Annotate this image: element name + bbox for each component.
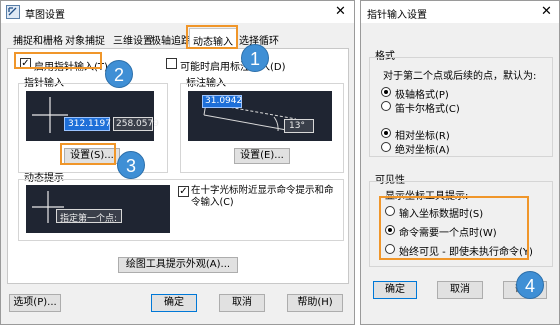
tab-snap-grid[interactable]: 捕捉和栅格 bbox=[13, 32, 63, 47]
dialog-title: 草图设置 bbox=[25, 10, 65, 21]
pointer-y-field: 258.0579 bbox=[113, 117, 159, 131]
prompt-tooltip-text: 指定第一个点: bbox=[60, 214, 118, 224]
callout-badge-1: 1 bbox=[241, 44, 269, 72]
enable-dim-input-label: 可能时启用标注输入(D) bbox=[180, 62, 286, 73]
ok-button[interactable]: 确定 bbox=[151, 294, 197, 312]
dim-angle-field: 13° bbox=[284, 119, 314, 133]
options-button[interactable]: 选项(P)... bbox=[9, 294, 61, 312]
dim-angle-value: 13° bbox=[289, 121, 305, 131]
ok-button[interactable]: 确定 bbox=[373, 281, 417, 299]
cancel-button[interactable]: 取消 bbox=[219, 294, 265, 312]
prompt-tooltip: 指定第一个点: bbox=[56, 209, 122, 224]
relative-coords-radio[interactable] bbox=[381, 128, 391, 138]
tooltip-appearance-button[interactable]: 绘图工具提示外观(A)... bbox=[118, 257, 238, 273]
tab-object-snap[interactable]: 对象捕捉 bbox=[65, 32, 105, 47]
polar-format-label: 极轴格式(P) bbox=[395, 90, 449, 101]
relative-coords-label: 相对坐标(R) bbox=[395, 131, 450, 142]
drafting-settings-dialog: 草图设置 ✕ 捕捉和栅格 对象捕捉 三维设置 极轴追踪 动态输入 选择循环 ✓ … bbox=[0, 0, 355, 325]
format-description: 对于第二个点或后续的点，默认为: bbox=[383, 71, 537, 82]
callout-badge-3: 3 bbox=[117, 151, 145, 179]
close-icon[interactable]: ✕ bbox=[541, 5, 552, 18]
tab-3d-settings[interactable]: 三维设置 bbox=[113, 32, 153, 47]
close-icon[interactable]: ✕ bbox=[335, 5, 346, 18]
polar-format-radio[interactable] bbox=[381, 87, 391, 97]
pointer-x-field: 312.1197 bbox=[64, 117, 111, 131]
dynamic-prompt-preview: 指定第一个点: bbox=[26, 185, 170, 233]
dim-input-preview: 31.0942 13° bbox=[188, 91, 332, 141]
callout-badge-4: 4 bbox=[516, 271, 544, 299]
visibility-options-highlight bbox=[379, 196, 529, 260]
absolute-coords-radio[interactable] bbox=[381, 142, 391, 152]
title-bar: 指针输入设置 ✕ bbox=[361, 1, 559, 23]
cartesian-format-radio[interactable] bbox=[381, 101, 391, 111]
tab-polar-tracking[interactable]: 极轴追踪 bbox=[151, 32, 191, 47]
help-button[interactable]: 帮助(H) bbox=[287, 294, 343, 312]
enable-dim-input-checkbox[interactable] bbox=[166, 58, 177, 69]
show-near-cursor-checkbox[interactable]: ✓ bbox=[178, 186, 189, 197]
pointer-y-value: 258.0579 bbox=[116, 119, 159, 129]
absolute-coords-label: 绝对坐标(A) bbox=[395, 145, 450, 156]
cancel-button[interactable]: 取消 bbox=[437, 281, 483, 299]
dim-length-value: 31.0942 bbox=[205, 96, 243, 106]
dim-settings-button[interactable]: 设置(E)... bbox=[234, 148, 290, 164]
cartesian-format-label: 笛卡尔格式(C) bbox=[395, 104, 460, 115]
pointer-x-value: 312.1197 bbox=[68, 119, 111, 129]
callout-badge-2: 2 bbox=[105, 60, 133, 88]
pointer-input-preview: 312.1197 258.0579 bbox=[26, 91, 159, 141]
active-tab-highlight bbox=[186, 25, 238, 49]
title-bar: 草图设置 ✕ bbox=[1, 1, 354, 23]
settings-button-highlight bbox=[60, 143, 116, 165]
tab-panel: ✓ 启用指针输入(T) 可能时启用标注输入(D) 指针输入 312.1197 2… bbox=[7, 48, 349, 284]
dim-length-field: 31.0942 bbox=[202, 95, 242, 108]
show-near-cursor-label: 在十字光标附近显示命令提示和命令输入(C) bbox=[191, 185, 334, 208]
app-icon bbox=[6, 5, 20, 19]
pointer-checkbox-highlight bbox=[14, 52, 102, 69]
dialog-title: 指针输入设置 bbox=[367, 10, 427, 21]
